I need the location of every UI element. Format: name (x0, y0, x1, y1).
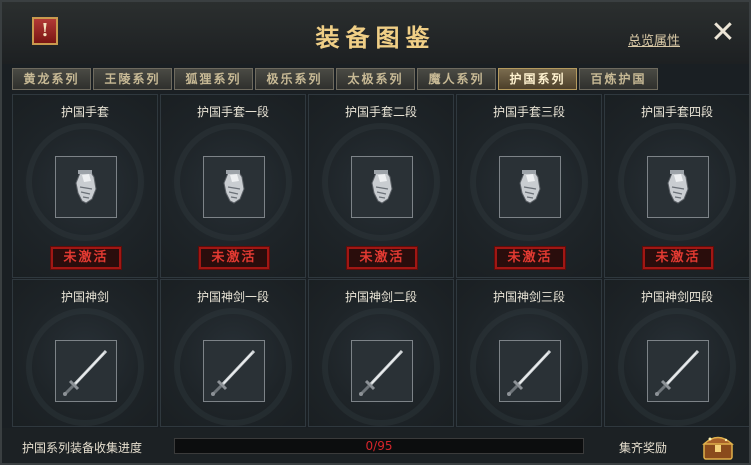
equipment-card[interactable]: 护国手套 未激活 (12, 94, 158, 278)
gauntlet-icon (519, 170, 541, 204)
equipment-card[interactable]: 护国神剑 (12, 279, 158, 427)
equipment-card[interactable]: 护国手套三段 未激活 (456, 94, 602, 278)
sword-icon (211, 349, 256, 396)
equipment-slot[interactable] (647, 340, 709, 402)
equipment-name: 护国手套三段 (492, 105, 565, 119)
tab-bailian-huguo[interactable]: 百炼护国 (579, 68, 658, 90)
equipment-name: 护国手套 (60, 105, 109, 119)
tab-moren-series[interactable]: 魔人系列 (417, 68, 496, 90)
title-bar: ! 装备图鉴 总览属性 ✕ (2, 2, 749, 64)
equipment-slot[interactable] (203, 156, 265, 218)
equipment-name: 护国神剑二段 (344, 290, 417, 304)
equipment-card[interactable]: 护国手套一段 未激活 (160, 94, 306, 278)
equipment-name: 护国神剑一段 (196, 290, 269, 304)
sword-icon (359, 349, 404, 396)
equipment-name: 护国手套二段 (344, 105, 417, 119)
treasure-chest-icon[interactable] (702, 431, 734, 461)
equipment-card[interactable]: 护国神剑三段 (456, 279, 602, 427)
sword-icon (655, 349, 700, 396)
equipment-card[interactable]: 护国神剑四段 (604, 279, 749, 427)
progress-text: 0/95 (365, 439, 393, 453)
equipment-card[interactable]: 护国神剑二段 (308, 279, 454, 427)
status-badge: 未激活 (198, 246, 270, 270)
equipment-name: 护国神剑四段 (640, 290, 713, 304)
collection-footer: 护国系列装备收集进度 0/95 集齐奖励 (2, 428, 749, 463)
gauntlet-icon (223, 170, 245, 204)
tab-jile-series[interactable]: 极乐系列 (255, 68, 334, 90)
tab-huguo-series[interactable]: 护国系列 (498, 68, 577, 90)
equipment-name: 护国神剑三段 (492, 290, 565, 304)
equipment-codex-window: ! 装备图鉴 总览属性 ✕ 黄龙系列 王陵系列 狐狸系列 极乐系列 太极系列 魔… (0, 0, 751, 465)
status-badge: 未激活 (50, 246, 122, 270)
collection-progress-bar: 0/95 (174, 438, 584, 454)
equipment-grid: 护国手套 未激活 护国手套一段 未激活 护国手套二段 未激活 护国手套三段 未激… (12, 94, 749, 427)
equipment-slot[interactable] (55, 156, 117, 218)
completion-reward-label: 集齐奖励 (619, 441, 668, 455)
sword-icon (507, 349, 552, 396)
collection-progress-label: 护国系列装备收集进度 (22, 441, 143, 455)
series-tabs: 黄龙系列 王陵系列 狐狸系列 极乐系列 太极系列 魔人系列 护国系列 百炼护国 (12, 68, 658, 90)
equipment-slot[interactable] (55, 340, 117, 402)
status-badge: 未激活 (346, 246, 418, 270)
gauntlet-icon (371, 170, 393, 204)
equipment-name: 护国神剑 (60, 290, 109, 304)
equipment-name: 护国手套一段 (196, 105, 269, 119)
equipment-card[interactable]: 护国手套四段 未激活 (604, 94, 749, 278)
equipment-card[interactable]: 护国手套二段 未激活 (308, 94, 454, 278)
equipment-slot[interactable] (647, 156, 709, 218)
gauntlet-icon (75, 170, 97, 204)
tab-huli-series[interactable]: 狐狸系列 (174, 68, 253, 90)
equipment-slot[interactable] (499, 156, 561, 218)
close-icon[interactable]: ✕ (708, 18, 738, 49)
equipment-slot[interactable] (351, 156, 413, 218)
status-badge: 未激活 (494, 246, 566, 270)
tab-huanglong-series[interactable]: 黄龙系列 (12, 68, 91, 90)
status-badge: 未激活 (642, 246, 714, 270)
gauntlet-icon (667, 170, 689, 204)
tab-wangling-series[interactable]: 王陵系列 (93, 68, 172, 90)
equipment-name: 护国手套四段 (640, 105, 713, 119)
overview-attributes-link[interactable]: 总览属性 (628, 30, 680, 49)
equipment-slot[interactable] (203, 340, 265, 402)
equipment-card[interactable]: 护国神剑一段 (160, 279, 306, 427)
tab-taiji-series[interactable]: 太极系列 (336, 68, 415, 90)
equipment-slot[interactable] (499, 340, 561, 402)
sword-icon (63, 349, 108, 396)
equipment-slot[interactable] (351, 340, 413, 402)
